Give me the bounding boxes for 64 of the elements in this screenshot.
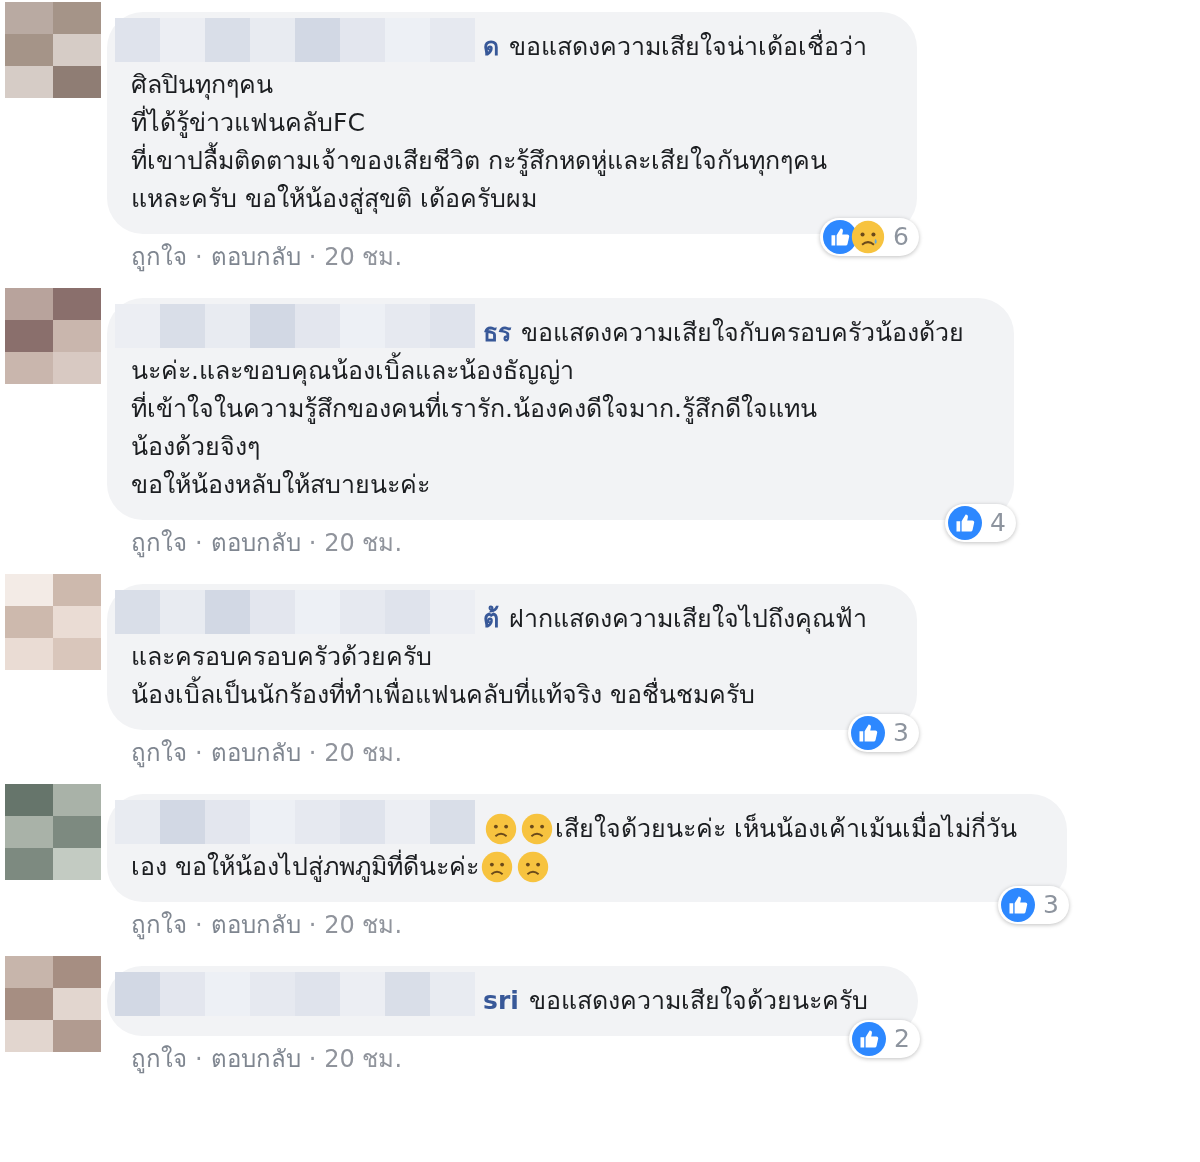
separator: ·	[308, 910, 317, 941]
like-link[interactable]: ถูกใจ	[131, 240, 187, 274]
separator: ·	[308, 1044, 317, 1075]
comment-text: ขอให้น้องหลับให้สบายนะค่ะ	[131, 469, 430, 501]
timestamp: 20 ชม.	[324, 1044, 403, 1075]
comment-text: ศิลปินทุกๆคน	[131, 69, 273, 102]
reaction-badge[interactable]: 2	[848, 1020, 920, 1058]
comment-text: เอง ขอให้น้องไปสู่ภพภูมิที่ดีนะค่ะ	[131, 848, 479, 886]
reply-link[interactable]: ตอบกลับ	[210, 736, 301, 770]
author-name[interactable]: ธร	[483, 314, 511, 352]
sad-face-icon	[480, 851, 513, 883]
reply-link[interactable]: ตอบกลับ	[210, 526, 301, 560]
thumbs-up-icon	[851, 716, 886, 750]
like-link[interactable]: ถูกใจ	[131, 1042, 187, 1076]
comment-text: น้องด้วยจิงๆ	[131, 431, 260, 463]
comment-text: และครอบครอบครัวด้วยครับ	[131, 641, 432, 673]
comment-text: ขอแสดงความเสียใจน่าเด้อเชื่อว่า	[509, 28, 867, 66]
comment-text: เสียใจด้วยนะค่ะ เห็นน้องเค้าเม้นเมื่อไม่กี่วัน	[555, 810, 1017, 848]
reply-link[interactable]: ตอบกลับ	[210, 1042, 301, 1076]
separator: ·	[308, 738, 317, 769]
reaction-count: 2	[893, 1023, 910, 1055]
timestamp: 20 ชม.	[324, 242, 403, 273]
comment-text: ที่ได้รู้ข่าวแฟนคลับFC	[131, 104, 365, 142]
comment-text: ขอแสดงความเสียใจด้วยนะครับ	[528, 985, 868, 1017]
thumbs-up-icon	[851, 1022, 886, 1056]
thumbs-up-icon	[1001, 888, 1036, 922]
like-link[interactable]: ถูกใจ	[131, 526, 187, 560]
reaction-count: 4	[990, 507, 1006, 539]
sad-face-icon	[485, 813, 517, 845]
separator: ·	[195, 1044, 203, 1075]
separator: ·	[195, 738, 203, 769]
timestamp: 20 ชม.	[324, 528, 403, 559]
comment-text: น้องเบิ้ลเป็นนักร้องที่ทำเพื่อแฟนคลับที่แท้จริง ขอชื่นชมครับ	[131, 676, 755, 714]
like-link[interactable]: ถูกใจ	[131, 908, 187, 942]
thumbs-up-icon	[948, 506, 983, 540]
comment-text: ที่เขาปลื้มติดตามเจ้าของเสียชีวิต กะรู้สึกหดหู่และเสียใจกันทุกๆคน	[131, 142, 827, 180]
reaction-count: 3	[1043, 889, 1059, 921]
author-name[interactable]: sri	[483, 982, 519, 1020]
reply-link[interactable]: ตอบกลับ	[210, 908, 301, 942]
reply-link[interactable]: ตอบกลับ	[210, 240, 301, 274]
timestamp: 20 ชม.	[324, 910, 403, 941]
separator: ·	[195, 528, 203, 559]
separator: ·	[195, 910, 203, 941]
timestamp: 20 ชม.	[324, 738, 403, 769]
reaction-badge[interactable]: 4	[945, 504, 1016, 542]
reaction-count: 3	[893, 717, 909, 749]
sad-face-icon	[516, 851, 549, 883]
reaction-badge[interactable]: 3	[998, 886, 1069, 924]
sad-face-icon	[521, 813, 553, 845]
comment-text: ขอแสดงความเสียใจกับครอบครัวน้องด้วย	[521, 317, 964, 349]
reaction-badge[interactable]: 3	[848, 714, 919, 752]
like-link[interactable]: ถูกใจ	[131, 736, 187, 770]
separator: ·	[308, 528, 317, 559]
comment-text: ที่เข้าใจในความรู้สึกของคนที่เรารัก.น้องคงดีใจมาก.รู้สึกดีใจแทน	[131, 390, 817, 428]
separator: ·	[195, 242, 203, 273]
reaction-badge[interactable]: 6	[820, 218, 919, 256]
author-name[interactable]: ต้	[483, 600, 499, 638]
comment-text: แหละครับ ขอให้น้องสู่สุขติ เด้อครับผม	[131, 183, 537, 216]
comment-text: นะค่ะ.และขอบคุณน้องเบิ้ลและน้องธัญญ่า	[131, 352, 574, 390]
comment-text: ฝากแสดงความเสียใจไปถึงคุณฟ้า	[509, 603, 867, 636]
separator: ·	[308, 242, 317, 273]
sad-face-icon	[851, 220, 886, 254]
reaction-count: 6	[893, 221, 909, 253]
author-name[interactable]: ด	[483, 28, 499, 66]
